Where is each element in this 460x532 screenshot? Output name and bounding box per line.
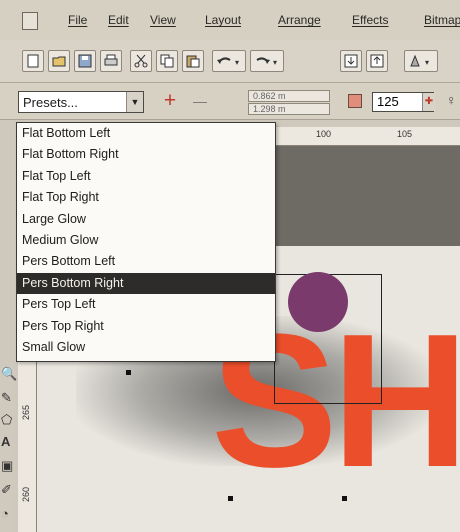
selection-handle[interactable] <box>228 496 233 501</box>
add-preset-button[interactable]: + <box>160 90 180 111</box>
cut-icon[interactable] <box>130 50 152 72</box>
menu-bitmaps[interactable]: Bitmaps <box>424 13 460 27</box>
feather-icon[interactable]: ♀ <box>446 92 458 112</box>
spin-arrows-icon[interactable]: ✚ <box>422 93 435 111</box>
menu-effects[interactable]: Effects <box>352 13 388 27</box>
ruler-tick-label: 105 <box>397 129 413 139</box>
new-icon[interactable] <box>22 50 44 72</box>
eyedropper-tool-icon[interactable]: ✐ <box>1 482 17 498</box>
interactive-tool-icon[interactable]: ▣ <box>1 458 17 474</box>
undo-icon[interactable]: ▾ <box>212 50 246 72</box>
application-launcher-icon[interactable]: ▾ <box>404 50 438 72</box>
paste-icon[interactable] <box>182 50 204 72</box>
menu-bar: File Edit View Layout Arrange Effects Bi… <box>0 0 460 41</box>
import-icon[interactable] <box>340 50 362 72</box>
svg-text:▾: ▾ <box>273 58 277 67</box>
save-icon[interactable] <box>74 50 96 72</box>
ruler-tick-label: 260 <box>21 486 31 502</box>
coordinate-field-2[interactable]: 1.298 m <box>248 103 330 115</box>
shadow-color-swatch[interactable] <box>348 94 362 108</box>
export-icon[interactable] <box>366 50 388 72</box>
menu-edit[interactable]: Edit <box>108 13 129 27</box>
menu-view[interactable]: View <box>150 13 176 27</box>
selection-handle[interactable] <box>342 496 347 501</box>
app-icon[interactable] <box>22 12 38 30</box>
selection-handle[interactable] <box>126 370 131 375</box>
menu-file[interactable]: File <box>68 13 87 27</box>
redo-icon[interactable]: ▾ <box>250 50 284 72</box>
preset-item[interactable]: Flat Bottom Right <box>17 144 275 165</box>
copy-icon[interactable] <box>156 50 178 72</box>
preset-item[interactable]: Pers Top Right <box>17 316 275 337</box>
preset-item[interactable]: Medium Glow <box>17 230 275 251</box>
menu-arrange[interactable]: Arrange <box>278 13 321 27</box>
background-dark-band <box>276 146 460 246</box>
preset-item[interactable]: Pers Top Left <box>17 294 275 315</box>
coordinate-field-1[interactable]: 0.862 m <box>248 90 330 102</box>
presets-value: Presets... <box>23 95 78 110</box>
preset-item[interactable]: Flat Top Right <box>17 187 275 208</box>
preset-item[interactable]: Flat Bottom Left <box>17 123 275 144</box>
preset-item[interactable]: Large Glow <box>17 209 275 230</box>
menu-layout[interactable]: Layout <box>205 13 241 27</box>
preset-item-selected[interactable]: Pers Bottom Right <box>17 272 275 295</box>
preset-item[interactable]: Small Glow <box>17 337 275 358</box>
zoom-tool-icon[interactable]: 🔍 <box>1 366 17 382</box>
svg-text:▾: ▾ <box>235 58 239 67</box>
print-icon[interactable] <box>100 50 122 72</box>
polygon-tool-icon[interactable]: ⬠ <box>1 412 17 428</box>
presets-list: Flat Bottom Left Flat Bottom Right Flat … <box>16 122 276 362</box>
pen-tool-icon[interactable]: ✎ <box>1 390 17 406</box>
vertical-ruler: 265 260 <box>18 362 37 532</box>
ruler-tick-label: 100 <box>316 129 332 139</box>
svg-text:▾: ▾ <box>425 58 429 67</box>
preset-item[interactable]: Pers Bottom Left <box>17 251 275 272</box>
purple-circle[interactable] <box>288 272 348 332</box>
preset-item[interactable]: Flat Top Left <box>17 166 275 187</box>
outline-tool-icon[interactable]: ◔ <box>1 506 17 522</box>
remove-preset-button[interactable]: — <box>190 91 210 111</box>
horizontal-ruler: 100 105 <box>272 127 460 146</box>
chevron-down-icon[interactable]: ▼ <box>126 92 143 112</box>
presets-dropdown[interactable]: Presets... ▼ <box>18 91 144 113</box>
open-icon[interactable] <box>48 50 70 72</box>
ruler-tick-label: 265 <box>21 404 31 420</box>
text-tool-icon[interactable]: A <box>1 434 17 450</box>
